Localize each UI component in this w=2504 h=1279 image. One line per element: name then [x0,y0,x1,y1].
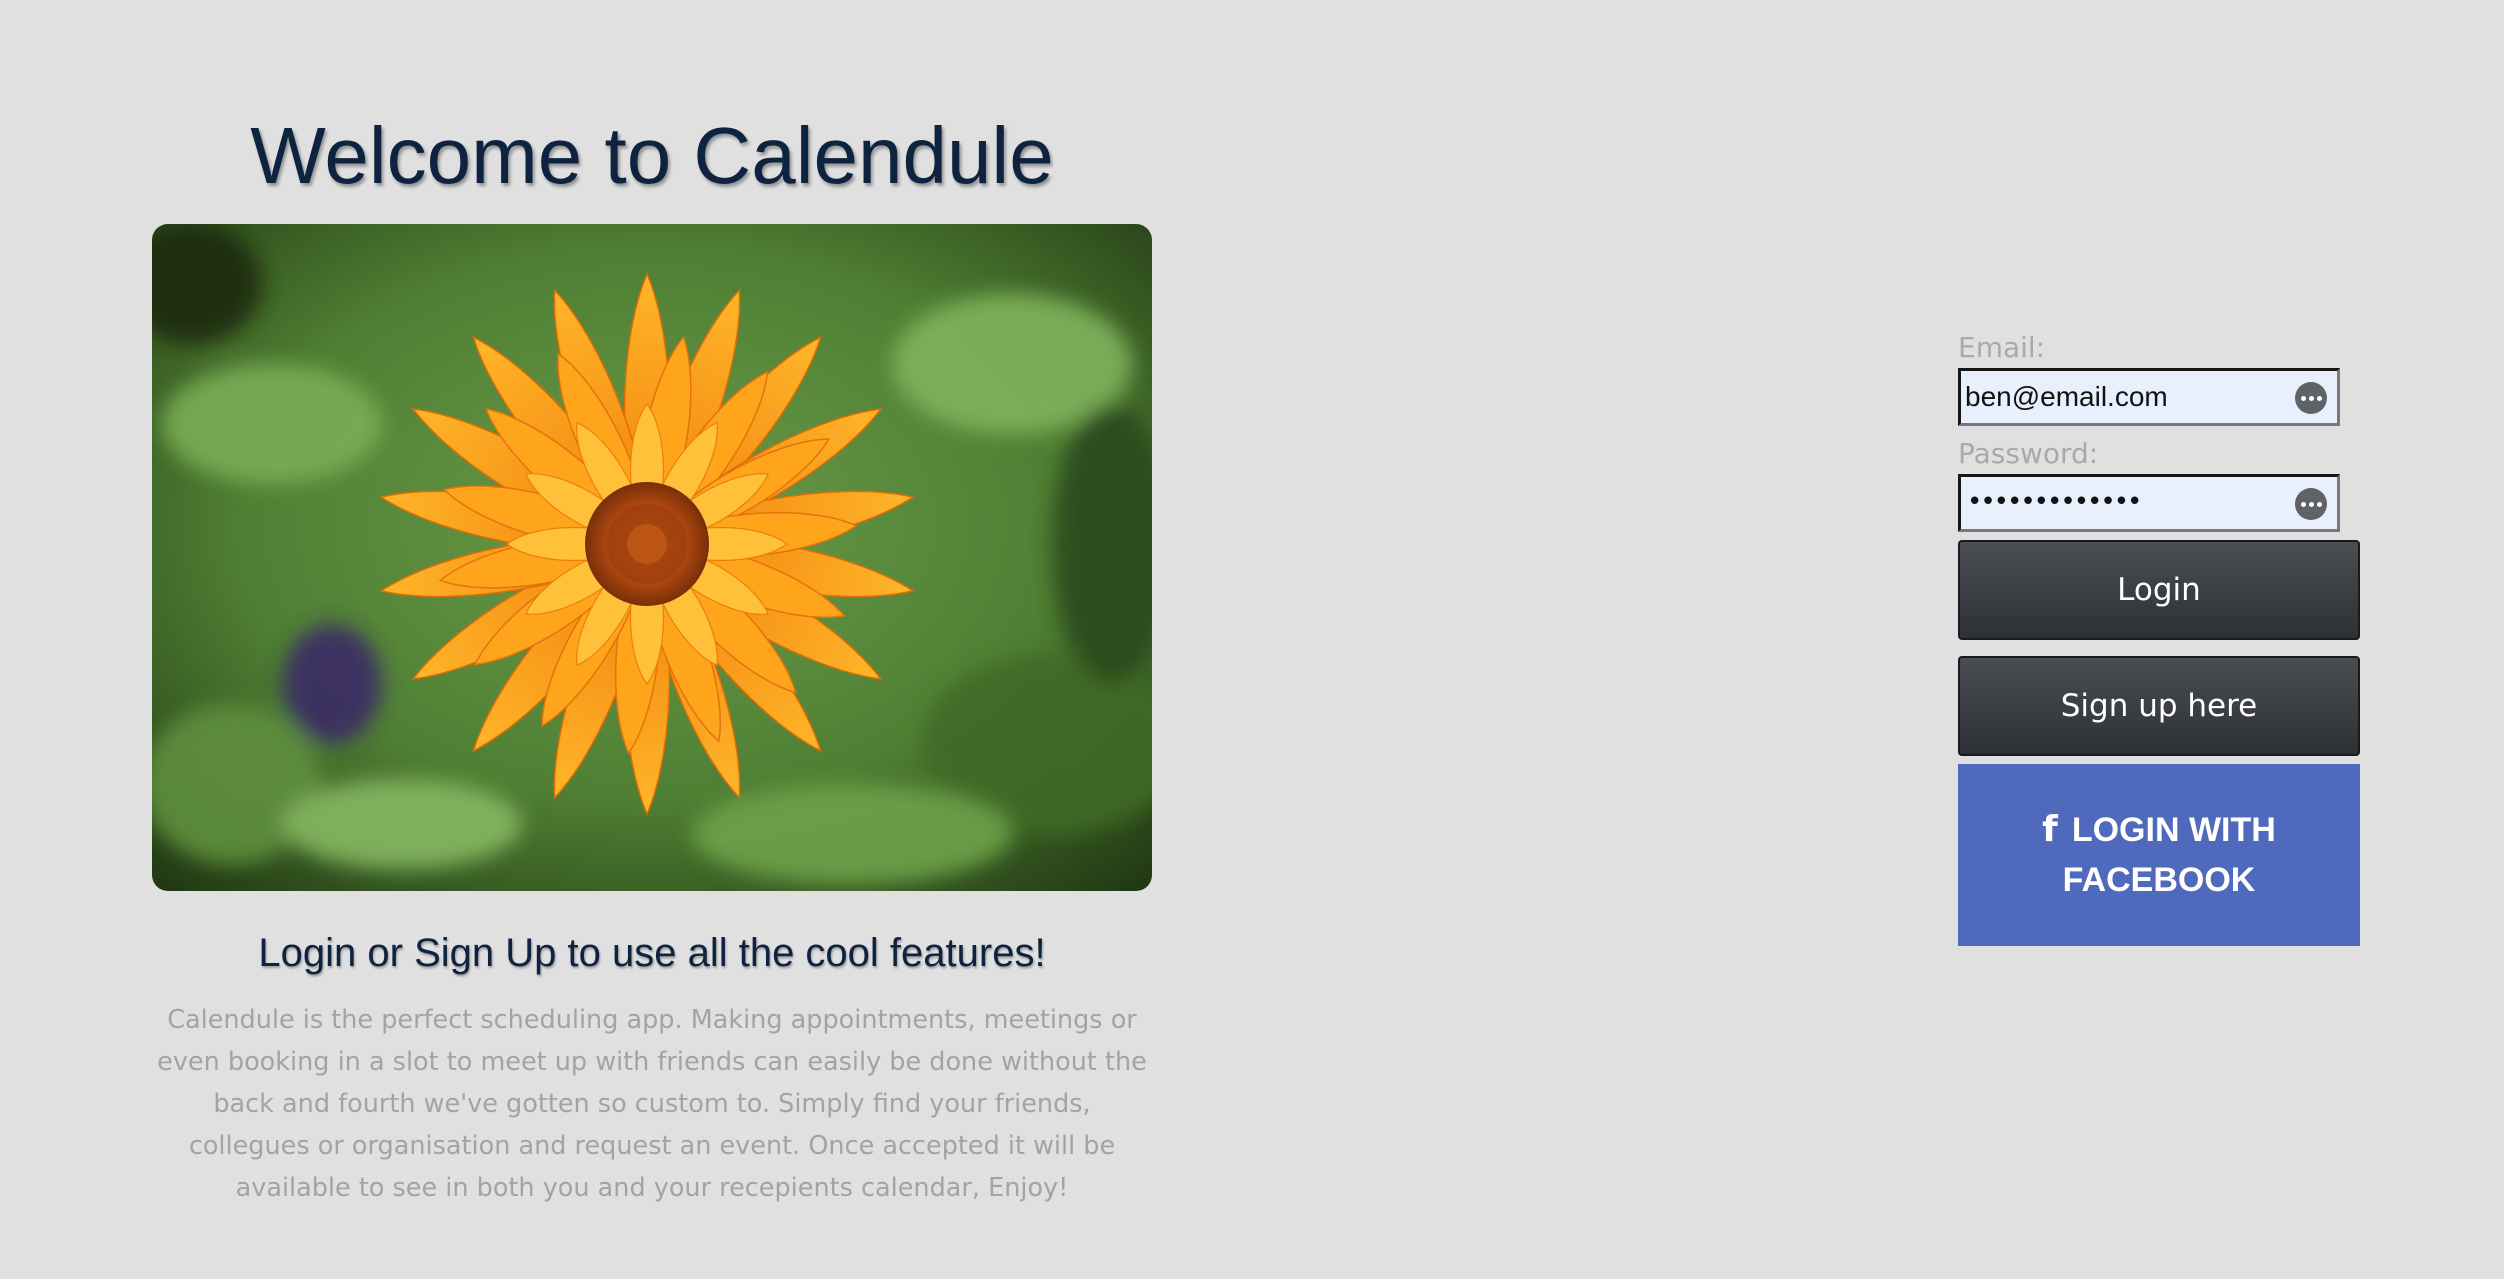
intro-section: Welcome to Calendule Login or Sign Up to… [152,100,1152,1209]
facebook-login-button[interactable]: f LOGIN WITH FACEBOOK [1958,764,2360,946]
email-field[interactable] [1958,368,2340,426]
email-label: Email: [1958,331,2046,364]
autofill-key-icon[interactable] [2295,382,2327,414]
hero-image [152,224,1152,891]
feature-subtitle: Login or Sign Up to use all the cool fea… [258,931,1046,975]
calendula-flower-image [152,224,1152,891]
page-title: Welcome to Calendule [250,111,1054,200]
email-input[interactable] [1965,375,2285,419]
autofill-key-icon[interactable] [2295,488,2327,520]
page: Welcome to Calendule Login or Sign Up to… [0,0,2504,1279]
facebook-login-label: LOGIN WITH FACEBOOK [2062,811,2276,899]
signup-button[interactable]: Sign up here [1958,656,2360,756]
password-label: Password: [1958,437,2099,470]
login-button[interactable]: Login [1958,540,2360,640]
app-description: Calendule is the perfect scheduling app.… [157,1005,1147,1203]
facebook-login-content: f LOGIN WITH FACEBOOK [2029,805,2289,905]
password-field[interactable]: ••••••••••••• [1958,474,2340,532]
password-input[interactable]: ••••••••••••• [1967,487,2142,517]
login-form: Email: Password: ••••••••••••• Login Sig… [1958,328,2360,946]
facebook-icon: f [2042,809,2058,850]
